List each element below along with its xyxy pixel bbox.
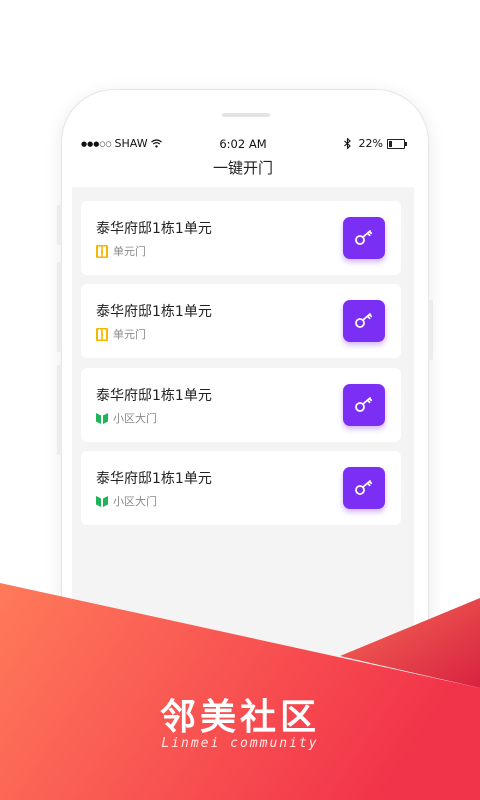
status-right: 22%	[343, 137, 407, 150]
battery-icon	[387, 138, 407, 149]
door-type: 单元门	[113, 245, 146, 258]
open-door-button[interactable]	[343, 217, 385, 259]
open-door-button[interactable]	[343, 467, 385, 509]
nav-bar: 一键开门	[72, 157, 414, 187]
brand-name: 邻美社区	[159, 697, 320, 738]
phone-side-button	[57, 262, 62, 352]
phone-speaker	[222, 113, 270, 117]
door-type-row: 小区大门	[96, 410, 157, 426]
open-door-button[interactable]	[343, 300, 385, 342]
battery-percent: 22%	[358, 137, 383, 150]
page-title: 一键开门	[212, 159, 273, 177]
door-name: 泰华府邸1栋1单元	[96, 471, 212, 487]
community-gate-icon	[96, 495, 108, 507]
unit-door-icon	[96, 244, 108, 258]
brand-tagline: Linmei community	[161, 736, 319, 751]
door-card: 泰华府邸1栋1单元 小区大门	[81, 368, 401, 442]
key-icon	[355, 313, 373, 328]
door-card: 泰华府邸1栋1单元 单元门	[81, 284, 401, 358]
door-type: 小区大门	[113, 412, 157, 425]
door-name: 泰华府邸1栋1单元	[96, 221, 212, 237]
open-door-button[interactable]	[343, 384, 385, 426]
bluetooth-icon	[343, 138, 351, 149]
phone-side-button	[428, 300, 433, 360]
door-type: 小区大门	[113, 495, 157, 508]
key-icon	[355, 230, 373, 245]
phone-side-button	[57, 365, 62, 455]
battery-cap	[405, 141, 407, 146]
door-type-row: 单元门	[96, 243, 146, 259]
door-name: 泰华府邸1栋1单元	[96, 388, 212, 404]
door-card: 泰华府邸1栋1单元 小区大门	[81, 451, 401, 525]
status-bar: ●●●○○ SHAW 6:02 AM 22%	[72, 127, 414, 157]
battery-level	[389, 140, 392, 147]
door-type-row: 单元门	[96, 326, 146, 342]
app-screen: ●●●○○ SHAW 6:02 AM 22% 一键开门 泰华府邸1栋1单元 单元…	[72, 127, 414, 730]
community-gate-icon	[96, 412, 108, 424]
door-type-row: 小区大门	[96, 493, 157, 509]
door-type: 单元门	[113, 328, 146, 341]
key-icon	[355, 397, 373, 412]
phone-side-button	[57, 205, 62, 245]
unit-door-icon	[96, 327, 108, 341]
door-name: 泰华府邸1栋1单元	[96, 304, 212, 320]
door-card: 泰华府邸1栋1单元 单元门	[81, 201, 401, 275]
key-icon	[355, 480, 373, 495]
